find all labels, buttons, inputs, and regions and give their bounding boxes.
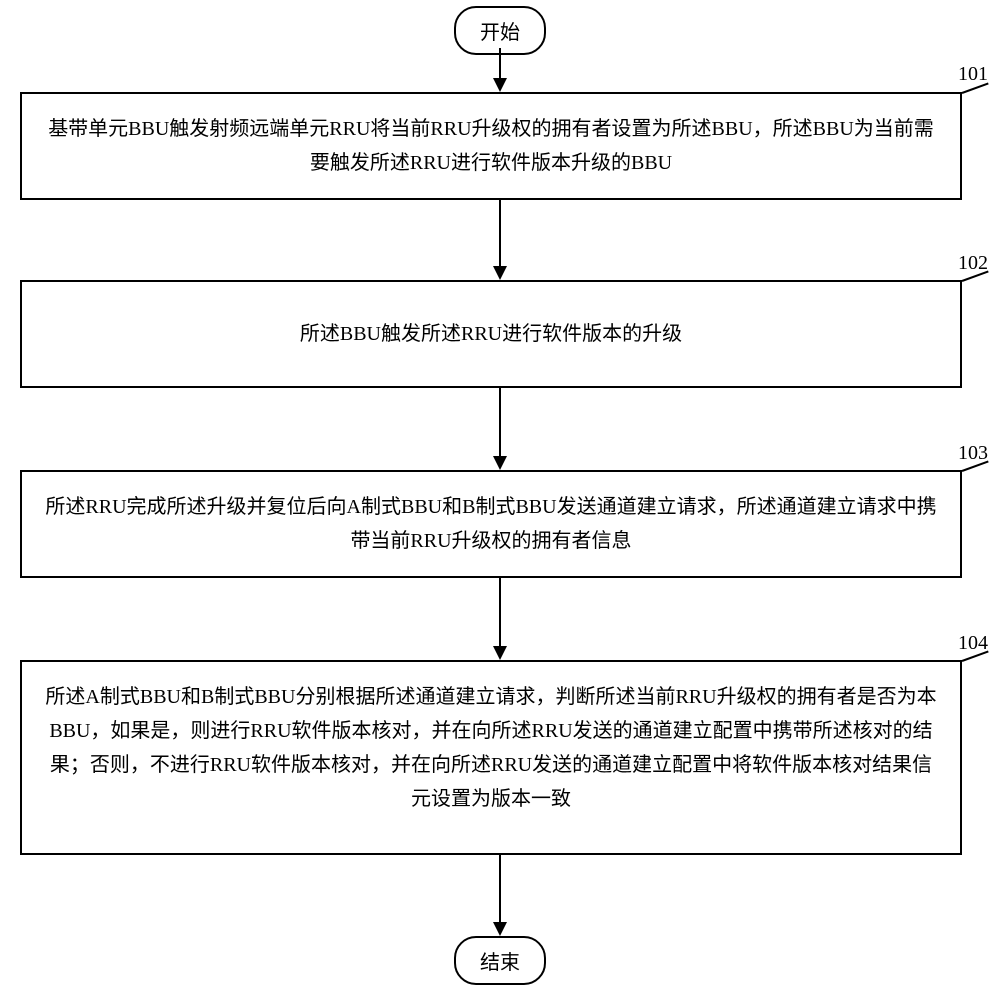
step-text: 所述BBU触发所述RRU进行软件版本的升级 — [300, 317, 682, 351]
process-step-102: 所述BBU触发所述RRU进行软件版本的升级 — [20, 280, 962, 388]
start-label: 开始 — [480, 22, 520, 44]
arrow-line — [499, 200, 501, 268]
step-text: 所述A制式BBU和B制式BBU分别根据所述通道建立请求，判断所述当前RRU升级权… — [45, 686, 936, 810]
arrow-head-icon — [493, 646, 507, 660]
process-step-104: 所述A制式BBU和B制式BBU分别根据所述通道建立请求，判断所述当前RRU升级权… — [20, 660, 962, 855]
arrow-line — [499, 48, 501, 80]
arrow-line — [499, 855, 501, 925]
arrow-head-icon — [493, 456, 507, 470]
arrow-head-icon — [493, 78, 507, 92]
process-step-103: 所述RRU完成所述升级并复位后向A制式BBU和B制式BBU发送通道建立请求，所述… — [20, 470, 962, 578]
arrow-line — [499, 388, 501, 458]
arrow-head-icon — [493, 266, 507, 280]
end-label: 结束 — [480, 952, 520, 974]
step-text: 基带单元BBU触发射频远端单元RRU将当前RRU升级权的拥有者设置为所述BBU，… — [48, 118, 934, 174]
end-terminal: 结束 — [454, 936, 546, 985]
process-step-101: 基带单元BBU触发射频远端单元RRU将当前RRU升级权的拥有者设置为所述BBU，… — [20, 92, 962, 200]
arrow-head-icon — [493, 922, 507, 936]
arrow-line — [499, 578, 501, 648]
step-ref-101: 101 — [958, 63, 988, 86]
flowchart-container: 开始 101 基带单元BBU触发射频远端单元RRU将当前RRU升级权的拥有者设置… — [0, 0, 1000, 989]
step-text: 所述RRU完成所述升级并复位后向A制式BBU和B制式BBU发送通道建立请求，所述… — [45, 496, 936, 552]
